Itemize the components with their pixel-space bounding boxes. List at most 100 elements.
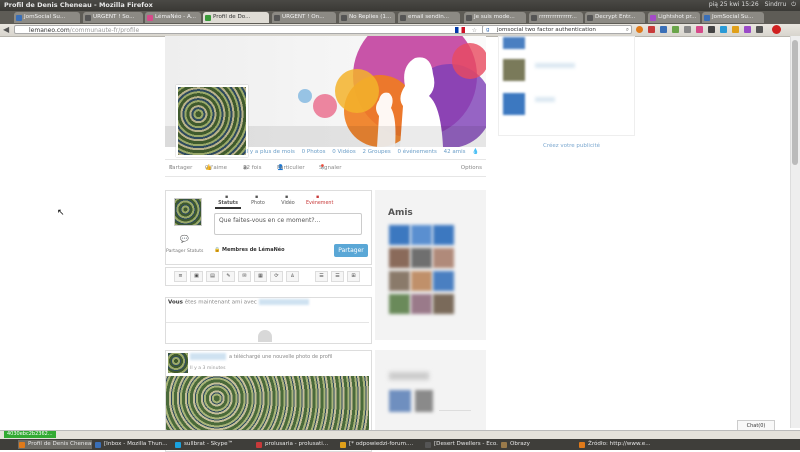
friend-avatar[interactable] — [389, 271, 410, 291]
addon-icon[interactable] — [696, 26, 703, 33]
addon-icon[interactable] — [648, 26, 655, 33]
browser-tab[interactable]: Decrypt Entr... — [585, 12, 645, 23]
filter-all-icon[interactable]: ≡ — [174, 271, 187, 282]
addon-icon[interactable] — [660, 26, 667, 33]
taskbar-item[interactable]: [Inbox - Mozilla Thun... — [94, 440, 172, 449]
stat-groups[interactable]: 2 Groupes — [362, 149, 390, 155]
toolbar-addon-icons[interactable] — [636, 25, 786, 34]
taskbar-item[interactable]: sullbrat - Skype™ — [174, 440, 254, 449]
browser-tab[interactable]: LémaNéo - A... — [145, 12, 201, 23]
privacy-selector[interactable]: 🔒 Membres de LémaNéo — [214, 247, 285, 253]
composer-avatar[interactable] — [174, 198, 202, 226]
tab-video[interactable]: ▪ Vidéo — [275, 194, 301, 207]
profile-picture[interactable] — [176, 85, 248, 157]
group-thumb[interactable] — [389, 390, 411, 412]
filter-user-icon[interactable]: ♙ — [286, 271, 299, 282]
search-input[interactable]: g jomsocial two factor authentication ⌕ — [482, 25, 632, 34]
friend-avatar[interactable] — [433, 225, 454, 245]
friend-avatar[interactable] — [411, 248, 432, 268]
browser-tab[interactable]: rrrrrrrrrrrrrrr... — [529, 12, 583, 23]
power-icon[interactable]: ⏻ — [791, 1, 796, 8]
address-bar[interactable]: lemaneo.com/communaute-fr/profile ☆ — [14, 25, 484, 34]
addon-icon[interactable] — [708, 26, 715, 33]
stat-videos[interactable]: 0 Vidéos — [332, 149, 356, 155]
tab-status[interactable]: ▪ Statuts — [215, 194, 241, 209]
browser-tab[interactable]: Lightshot pr... — [648, 12, 700, 23]
taskbar-item[interactable]: [Desert Dwellers - Eco... — [424, 440, 498, 449]
friend-avatar[interactable] — [411, 225, 432, 245]
browser-tab[interactable]: No Replies (1... — [339, 12, 395, 23]
view-list-icon[interactable]: ☰ — [315, 271, 328, 282]
scrollbar-thumb[interactable] — [792, 40, 798, 165]
browser-tab[interactable]: JomSocial Su... — [702, 12, 764, 23]
activity-photo[interactable] — [166, 376, 369, 432]
blurred-name[interactable] — [258, 299, 309, 305]
blurred-username[interactable] — [190, 353, 226, 360]
friend-avatar[interactable] — [389, 225, 410, 245]
addon-icon[interactable] — [744, 26, 751, 33]
taskbar-item[interactable]: [* odpowiedzi-forum.... — [339, 440, 423, 449]
adblock-icon[interactable] — [772, 25, 781, 34]
browser-tab-label: Profil de Do... — [213, 14, 251, 20]
app-icon — [256, 442, 262, 448]
group-thumb[interactable] — [415, 390, 433, 412]
browser-tab[interactable]: URGENT ! So... — [83, 12, 143, 23]
stat-friends[interactable]: 42 amis — [444, 149, 466, 155]
friend-avatar[interactable] — [411, 294, 432, 314]
taskbar-item[interactable]: prolusaria - prolusati... — [255, 440, 337, 449]
search-value: jomsocial two factor authentication — [497, 27, 596, 33]
stat-photos[interactable]: 0 Photos — [302, 149, 326, 155]
system-tray[interactable]: pią 25 kwi 15:26 Sindrru ⏻ — [709, 1, 796, 9]
friend-avatar[interactable] — [433, 294, 454, 314]
taskbar-item[interactable]: Obrazy — [500, 440, 576, 449]
tab-favicon-icon — [704, 15, 710, 21]
friend-avatar[interactable] — [433, 248, 454, 268]
filter-calendar-icon[interactable]: ▦ — [254, 271, 267, 282]
options-button[interactable]: Options — [461, 160, 482, 176]
addon-icon[interactable] — [684, 26, 691, 33]
user-placeholder-icon — [258, 330, 272, 342]
sidebar-thumb[interactable] — [503, 37, 525, 49]
addon-icon[interactable] — [720, 26, 727, 33]
stat-events[interactable]: 0 événements — [397, 149, 436, 155]
filter-pen-icon[interactable]: ✎ — [222, 271, 235, 282]
browser-tab[interactable]: URGENT ! On... — [272, 12, 336, 23]
rss-icon[interactable] — [636, 26, 643, 33]
status-id[interactable]: 4030ebc2b2362... — [4, 431, 56, 438]
friend-avatar[interactable] — [411, 271, 432, 291]
user-name[interactable]: Sindrru — [765, 1, 787, 8]
tab-favicon-icon — [147, 15, 153, 21]
filter-video-icon[interactable]: ▤ — [206, 271, 219, 282]
status-input[interactable]: Que faites-vous en ce moment?... — [214, 213, 362, 235]
browser-tab[interactable]: Je suis mode... — [464, 12, 526, 23]
taskbar-item[interactable]: Źródło: http://www.e... — [578, 440, 660, 449]
tab-favicon-icon — [400, 15, 406, 21]
addon-icon[interactable] — [672, 26, 679, 33]
share-button[interactable]: Partager — [334, 244, 368, 257]
sidebar-thumb[interactable] — [503, 59, 525, 81]
browser-tab[interactable]: email sendin... — [398, 12, 460, 23]
datetime[interactable]: pią 25 kwi 15:26 — [709, 1, 759, 8]
back-arrow-icon[interactable]: ◀ — [3, 25, 9, 34]
create-ad-link[interactable]: Créez votre publicité — [543, 143, 600, 149]
activity-avatar[interactable] — [168, 353, 188, 373]
friend-avatar[interactable] — [389, 248, 410, 268]
filter-comment-icon[interactable]: ✉ — [238, 271, 251, 282]
browser-tab[interactable]: JomSocial Su... — [14, 12, 80, 23]
addon-icon[interactable] — [756, 26, 763, 33]
friend-avatar[interactable] — [433, 271, 454, 291]
browser-tab-label: No Replies (1... — [349, 14, 392, 20]
filter-refresh-icon[interactable]: ⟳ — [270, 271, 283, 282]
star-icon[interactable]: ☆ — [472, 26, 477, 35]
view-list2-icon[interactable]: ☰ — [331, 271, 344, 282]
tab-photo[interactable]: ▪ Photo — [245, 194, 271, 207]
view-grid-icon[interactable]: ⊞ — [347, 271, 360, 282]
sidebar-thumb[interactable] — [503, 93, 525, 115]
browser-tab[interactable]: Profil de Do... — [203, 12, 269, 23]
tab-event[interactable]: ▪ Evénement — [306, 194, 333, 207]
addon-icon[interactable] — [732, 26, 739, 33]
friend-avatar[interactable] — [389, 294, 410, 314]
taskbar-item[interactable]: Profil de Denis Cheneau... — [18, 440, 92, 449]
search-icon[interactable]: ⌕ — [626, 26, 629, 35]
filter-photo-icon[interactable]: ▣ — [190, 271, 203, 282]
